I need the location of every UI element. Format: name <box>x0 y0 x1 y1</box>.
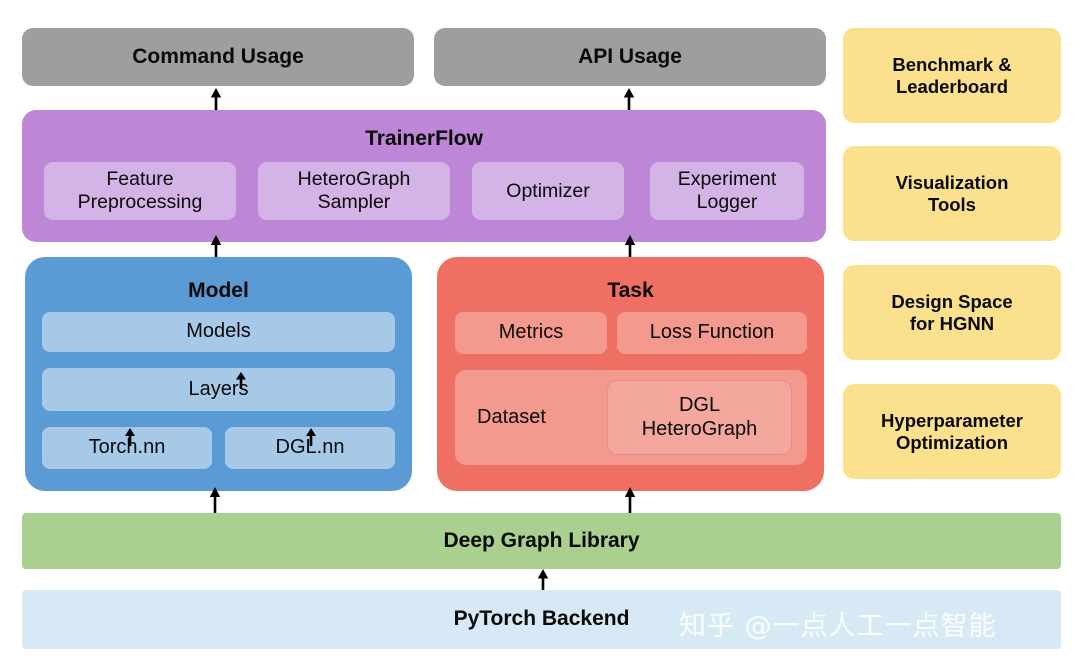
trainerflow-chip-optimizer: Optimizer <box>472 162 624 220</box>
model-title: Model <box>188 279 249 302</box>
side-card-design-space-for-hgnn: Design Space for HGNN <box>843 265 1061 360</box>
task-chip-dgl-heterograph: DGL HeteroGraph <box>607 380 792 455</box>
architecture-diagram: Command Usage API Usage TrainerFlow Feat… <box>0 0 1080 667</box>
task-chip-label: Dataset <box>477 405 546 428</box>
trainerflow-panel: TrainerFlow Feature Preprocessing Hetero… <box>22 110 826 242</box>
pytorch-backend-label: PyTorch Backend <box>453 607 630 631</box>
task-panel: Task Metrics Loss Function Dataset DGL H… <box>437 257 824 491</box>
task-chip-loss-function: Loss Function <box>617 312 807 354</box>
arrow-layers-to-models <box>233 353 249 388</box>
arrow-trainerflow-to-api-usage <box>621 88 637 110</box>
side-card-visualization-tools: Visualization Tools <box>843 146 1061 241</box>
trainerflow-chip-label: Optimizer <box>506 179 590 202</box>
task-chip-label: Loss Function <box>649 321 775 344</box>
arrow-dgl-to-task <box>622 487 638 513</box>
trainerflow-title: TrainerFlow <box>365 127 483 150</box>
side-card-label: Visualization Tools <box>895 171 1009 215</box>
arrow-task-to-trainerflow <box>622 235 638 259</box>
side-card-label: Benchmark & Leaderboard <box>892 53 1012 97</box>
model-chip-layers: Layers <box>42 368 395 411</box>
task-chip-label: Metrics <box>498 321 564 344</box>
side-card-label: Design Space for HGNN <box>891 290 1013 334</box>
arrow-dgl-nn-to-layers <box>303 409 319 446</box>
task-chip-dataset: Dataset DGL HeteroGraph <box>455 370 807 465</box>
model-chip-models: Models <box>42 312 395 352</box>
side-card-hyperparameter-optimization: Hyperparameter Optimization <box>843 384 1061 479</box>
trainerflow-chip-label: Experiment Logger <box>677 168 777 213</box>
model-chip-label: Models <box>186 320 251 343</box>
arrow-torch-nn-to-layers <box>122 409 138 446</box>
arrow-dgl-to-model <box>207 487 223 513</box>
task-title: Task <box>607 279 654 302</box>
trainerflow-chip-experiment-logger: Experiment Logger <box>650 162 804 220</box>
task-chip-label: DGL HeteroGraph <box>641 393 758 440</box>
arrow-pytorch-backend-to-dgl <box>535 569 551 591</box>
arrow-model-to-trainerflow <box>208 235 224 259</box>
trainerflow-chip-label: HeteroGraph Sampler <box>297 168 411 213</box>
arrow-trainerflow-to-command-usage <box>208 88 224 110</box>
watermark: 知乎 @一点人工一点智能 <box>679 611 997 642</box>
trainerflow-chip-heterograph-sampler: HeteroGraph Sampler <box>258 162 450 220</box>
command-usage-label: Command Usage <box>132 44 304 68</box>
api-usage-label: API Usage <box>578 44 682 68</box>
model-panel: Model Models Layers Torch.nn DGL.nn <box>25 257 412 491</box>
command-usage-box: Command Usage <box>22 28 414 86</box>
side-card-label: Hyperparameter Optimization <box>881 409 1023 453</box>
side-card-benchmark-leaderboard: Benchmark & Leaderboard <box>843 28 1061 123</box>
deep-graph-library-bar: Deep Graph Library <box>22 513 1061 569</box>
deep-graph-library-label: Deep Graph Library <box>443 528 640 552</box>
trainerflow-chip-label: Feature Preprocessing <box>77 168 203 213</box>
task-chip-metrics: Metrics <box>455 312 607 354</box>
trainerflow-chip-feature-preprocessing: Feature Preprocessing <box>44 162 236 220</box>
api-usage-box: API Usage <box>434 28 826 86</box>
